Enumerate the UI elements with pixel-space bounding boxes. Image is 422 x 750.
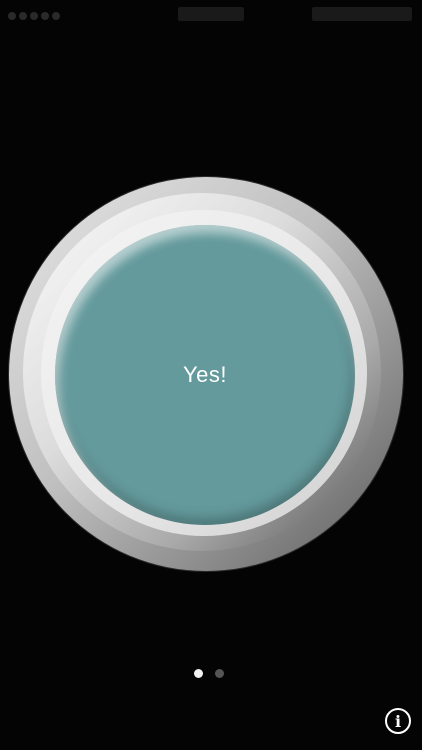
info-icon: i: [394, 711, 402, 731]
status-clock: [178, 7, 244, 21]
page-indicator[interactable]: [194, 667, 230, 679]
battery-indicator: [312, 7, 412, 21]
yes-button-housing: Yes!: [9, 177, 403, 571]
info-button[interactable]: i: [385, 708, 411, 734]
page-dot-1[interactable]: [194, 668, 203, 678]
yes-button-label: Yes!: [182, 362, 227, 387]
page-dot-2[interactable]: [215, 668, 224, 678]
app-screen: Yes! i: [0, 0, 422, 750]
yes-button[interactable]: Yes!: [55, 225, 355, 525]
signal-indicator: [8, 7, 118, 21]
status-bar: [0, 0, 422, 28]
